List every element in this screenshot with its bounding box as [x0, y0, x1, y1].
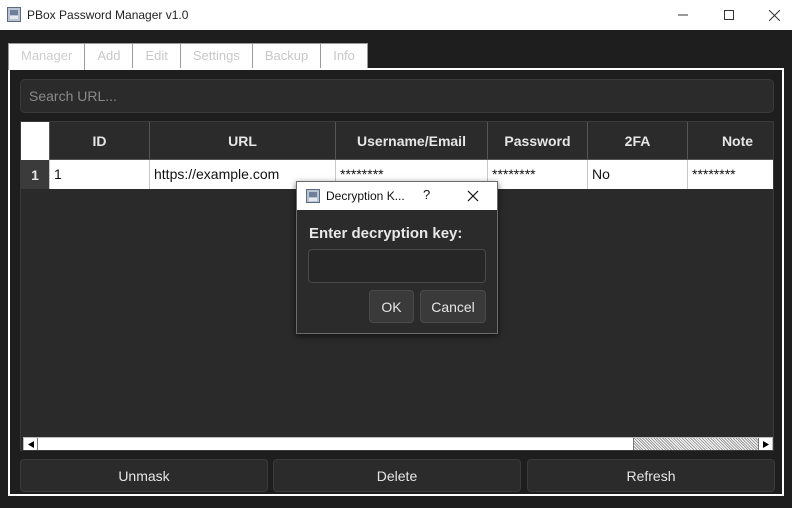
- tab-settings[interactable]: Settings: [179, 43, 253, 69]
- decryption-key-input[interactable]: [308, 249, 486, 283]
- column-header-note[interactable]: Note: [687, 122, 773, 160]
- app-icon: [306, 189, 320, 203]
- search-input[interactable]: Search URL...: [20, 79, 774, 113]
- scroll-left-button[interactable]: [24, 438, 38, 450]
- minimize-icon: [678, 14, 688, 16]
- cancel-button[interactable]: Cancel: [420, 290, 486, 323]
- triangle-right-icon: [762, 440, 769, 448]
- row-header-column: [21, 189, 49, 439]
- close-icon[interactable]: [465, 188, 481, 204]
- minimize-button[interactable]: [660, 0, 706, 30]
- tab-manager[interactable]: Manager: [8, 43, 86, 70]
- tab-bar: Manager Add Edit Settings Backup Info: [8, 43, 368, 70]
- decryption-key-dialog: Decryption K... ? Enter decryption key: …: [296, 181, 498, 334]
- close-button[interactable]: [751, 0, 792, 30]
- column-header-id[interactable]: ID: [49, 122, 149, 160]
- table-cell-note[interactable]: ********: [687, 160, 773, 189]
- tab-info[interactable]: Info: [320, 43, 368, 69]
- maximize-button[interactable]: [706, 0, 752, 30]
- table-cell-2fa[interactable]: No: [587, 160, 687, 189]
- scroll-right-button[interactable]: [758, 438, 772, 450]
- tab-backup[interactable]: Backup: [251, 43, 322, 69]
- delete-button[interactable]: Delete: [273, 459, 521, 492]
- refresh-button[interactable]: Refresh: [527, 459, 775, 492]
- column-header-password[interactable]: Password: [487, 122, 587, 160]
- tab-edit[interactable]: Edit: [132, 43, 181, 69]
- help-button[interactable]: ?: [423, 187, 430, 202]
- ok-button[interactable]: OK: [369, 290, 414, 323]
- window-title: PBox Password Manager v1.0: [27, 8, 189, 22]
- table-corner[interactable]: [21, 122, 49, 160]
- column-header-2fa[interactable]: 2FA: [587, 122, 687, 160]
- table-cell-password[interactable]: ********: [487, 160, 587, 189]
- dialog-title: Decryption K...: [326, 189, 405, 203]
- dialog-title-bar: Decryption K... ?: [297, 182, 497, 210]
- maximize-icon: [724, 10, 734, 20]
- title-bar: PBox Password Manager v1.0: [0, 0, 792, 30]
- close-icon: [768, 9, 780, 21]
- row-header[interactable]: 1: [21, 160, 49, 189]
- horizontal-scrollbar[interactable]: [23, 437, 773, 450]
- table-cell-id[interactable]: 1: [49, 160, 149, 189]
- tab-add[interactable]: Add: [84, 43, 134, 69]
- scrollbar-track[interactable]: [38, 438, 634, 450]
- app-icon: [7, 7, 21, 22]
- triangle-left-icon: [27, 440, 34, 448]
- column-header-username[interactable]: Username/Email: [335, 122, 487, 160]
- column-header-url[interactable]: URL: [149, 122, 335, 160]
- unmask-button[interactable]: Unmask: [20, 459, 268, 492]
- scrollbar-thumb[interactable]: [634, 438, 758, 450]
- decryption-key-label: Enter decryption key:: [309, 225, 463, 242]
